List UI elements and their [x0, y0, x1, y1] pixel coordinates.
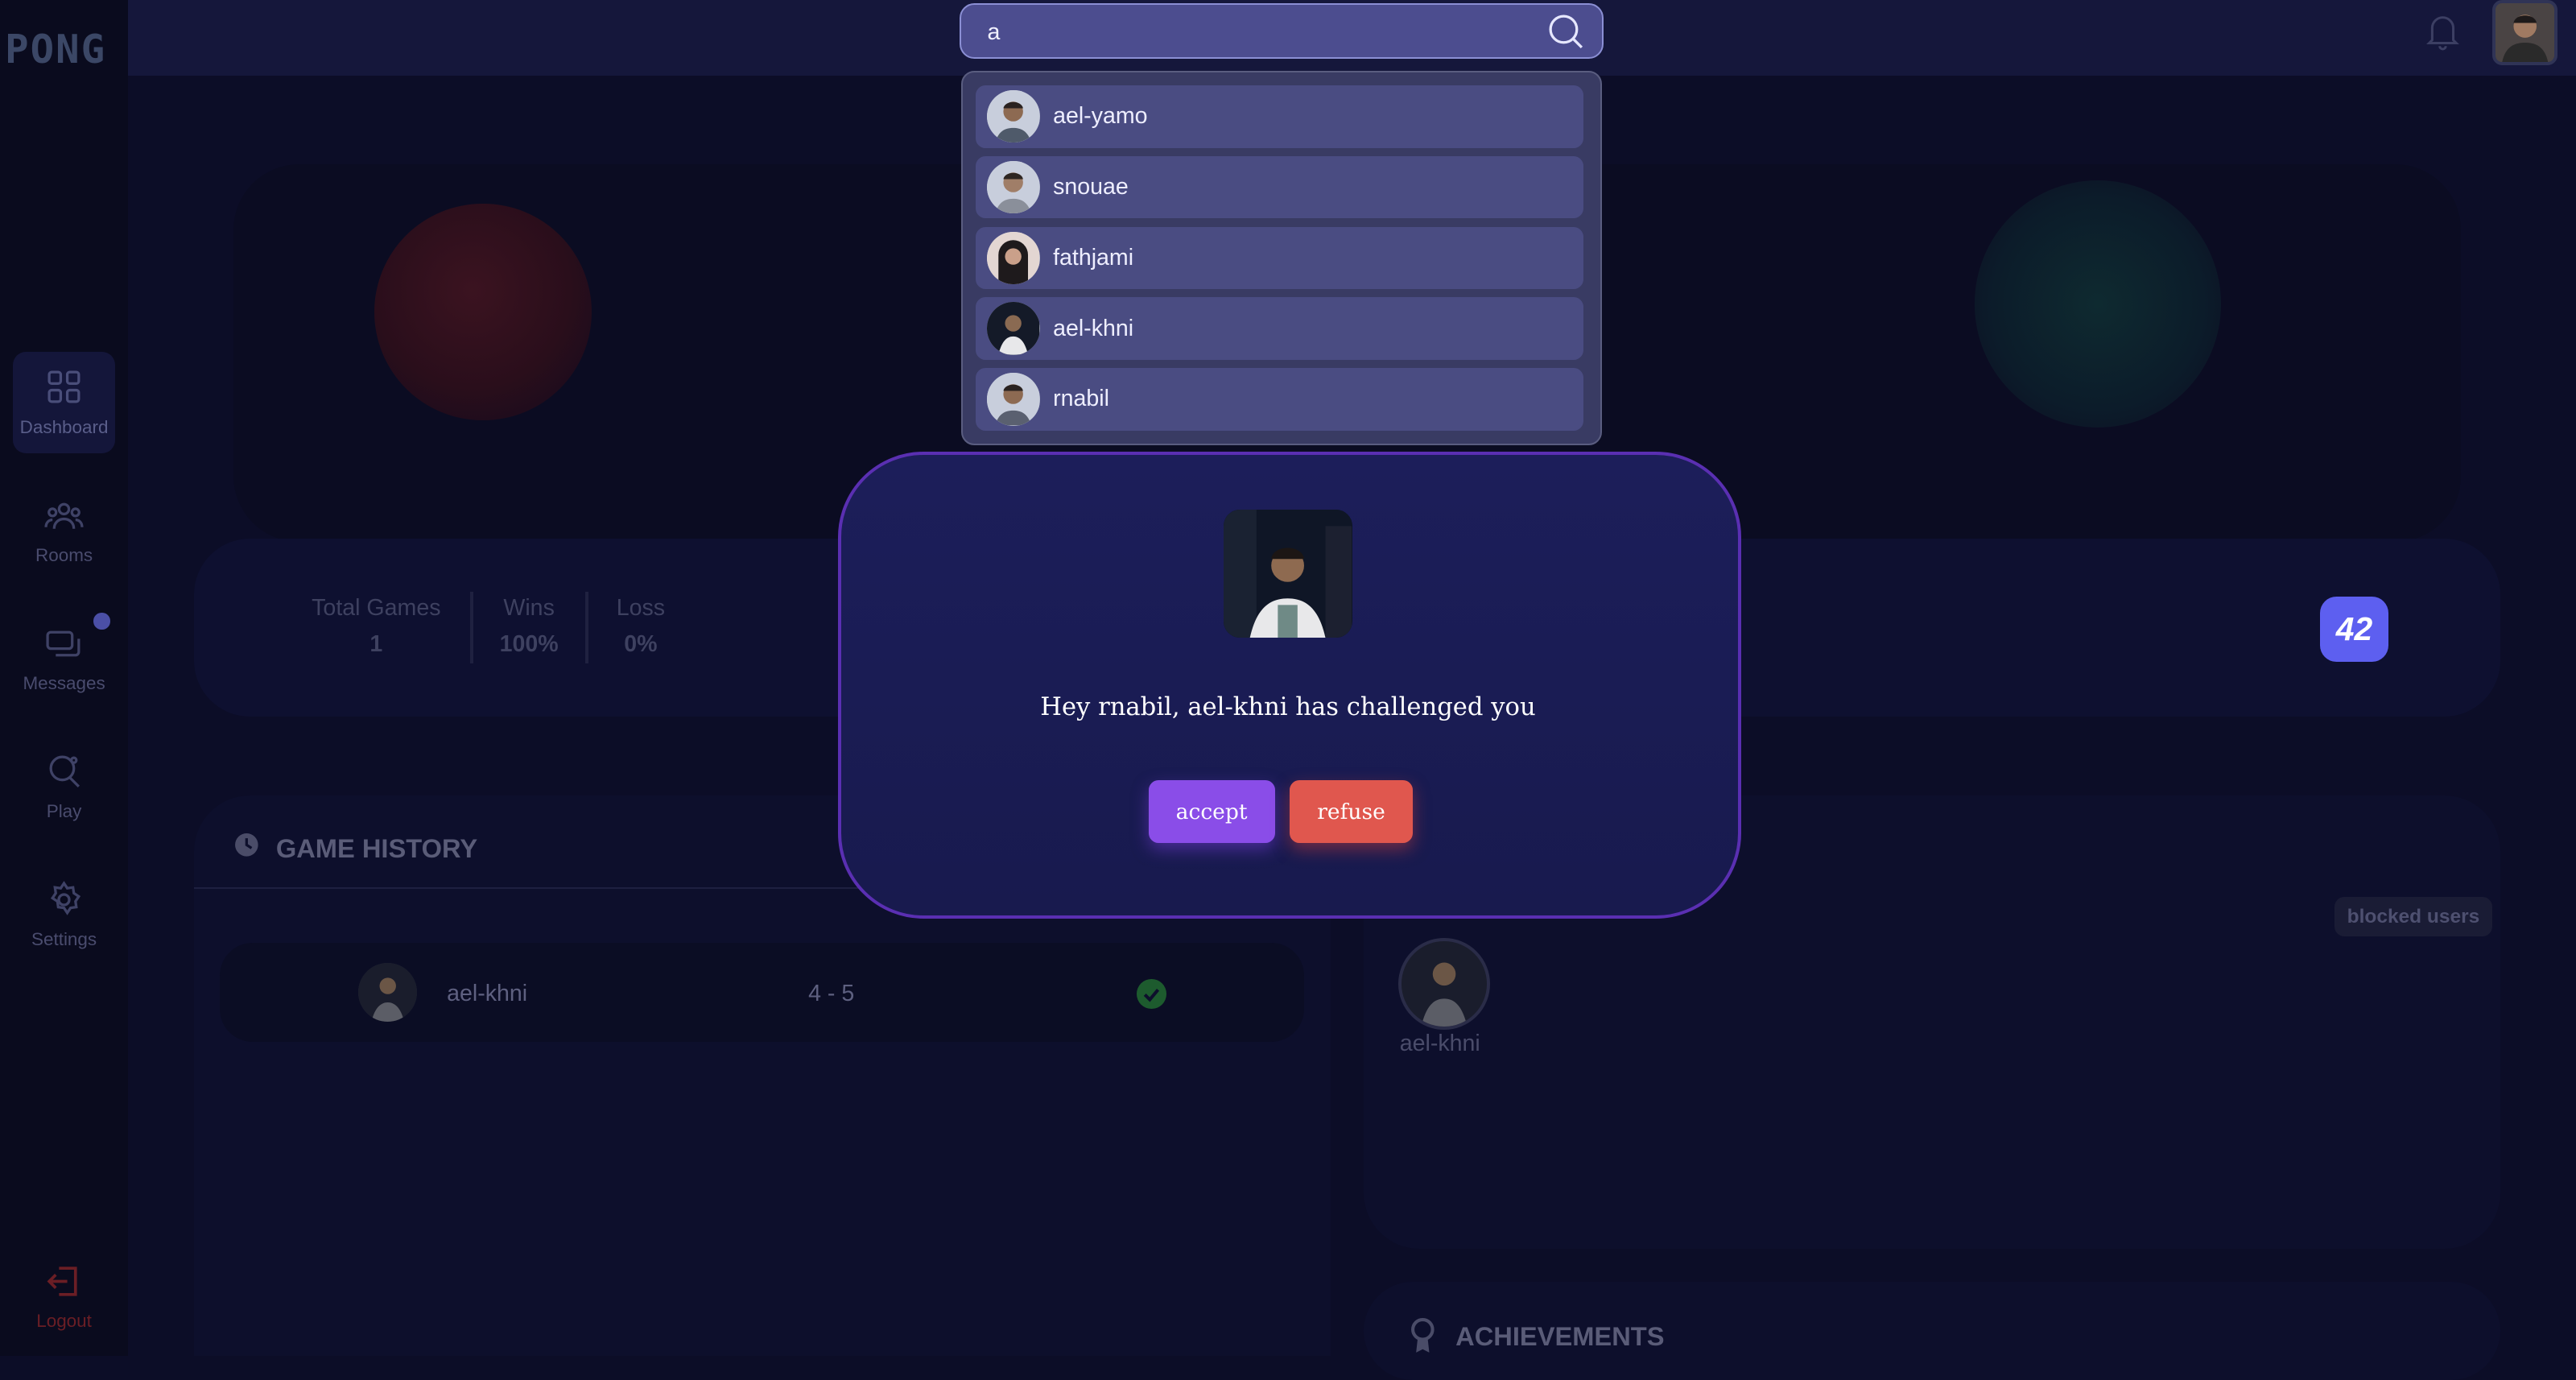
search-result-item[interactable]: snouae	[976, 155, 1584, 219]
app-logo: PONG	[5, 26, 107, 72]
divider	[584, 591, 588, 664]
medal-icon	[1411, 1317, 1435, 1353]
search-input[interactable]: a	[959, 3, 1604, 60]
notification-dot	[93, 613, 110, 630]
opponent-name: ael-khni	[447, 981, 528, 1007]
blocked-users-button[interactable]: blocked users	[2334, 897, 2492, 937]
refuse-button[interactable]: refuse	[1290, 780, 1414, 843]
sidebar-item-dashboard[interactable]: Dashboard	[13, 351, 115, 454]
stat-total-games: Total Games 1	[303, 595, 451, 658]
planet-decoration	[1975, 180, 2222, 428]
stat-wins: Wins 100%	[488, 595, 570, 658]
friend-name: ael-khni	[1399, 1030, 1480, 1056]
accept-button[interactable]: accept	[1148, 780, 1275, 843]
achievements-title: ACHIEVEMENTS	[1455, 1320, 1665, 1351]
gear-icon	[51, 881, 81, 915]
sidebar-item-label: Messages	[23, 672, 105, 693]
search-result-item[interactable]: ael-yamo	[976, 85, 1584, 148]
search-result-item[interactable]: ael-khni	[976, 297, 1584, 360]
stat-label: Loss	[616, 594, 666, 621]
search-results-dropdown: ael-yamo snouae fathjami ael-khni rnabil	[960, 70, 1602, 445]
stat-value: 1	[369, 631, 383, 657]
search-result-name: snouae	[1053, 174, 1129, 200]
logout-button[interactable]: Logout	[13, 1246, 115, 1348]
game-history-title: GAME HISTORY	[275, 833, 478, 863]
sidebar-item-label: Dashboard	[19, 416, 109, 437]
win-check-icon	[1137, 979, 1166, 1010]
stat-value: 100%	[499, 631, 559, 657]
friend-avatar[interactable]	[1397, 938, 1490, 1031]
search-result-name: ael-khni	[1053, 315, 1134, 341]
game-score: 4 - 5	[808, 981, 855, 1007]
avatar	[987, 90, 1040, 143]
profile-avatar[interactable]	[2491, 0, 2558, 66]
grid-icon	[47, 370, 80, 403]
avatar	[987, 160, 1040, 214]
planet-decoration	[374, 204, 592, 421]
sidebar: PONG Dashboard Rooms Messages Play Setti…	[0, 0, 129, 1356]
avatar	[987, 231, 1040, 284]
logout-icon	[47, 1266, 77, 1296]
search-value[interactable]: a	[987, 19, 1000, 46]
stat-label: Wins	[503, 594, 555, 621]
sidebar-item-label: Play	[46, 801, 82, 822]
search-result-item[interactable]: fathjami	[976, 226, 1584, 290]
challenger-avatar	[1224, 509, 1352, 638]
sidebar-item-label: Settings	[31, 929, 97, 950]
search-icon[interactable]	[1546, 11, 1585, 51]
bell-icon[interactable]	[2425, 10, 2461, 52]
divider	[469, 591, 473, 664]
search-result-item[interactable]: rnabil	[976, 368, 1584, 431]
avatar	[987, 302, 1040, 355]
42-badge[interactable]: 42	[2319, 596, 2389, 663]
search-result-name: ael-yamo	[1053, 103, 1148, 130]
group-icon	[44, 502, 84, 529]
history-icon	[234, 833, 258, 857]
stat-value: 0%	[624, 631, 658, 657]
chat-icon	[46, 630, 80, 657]
ping-pong-icon	[49, 755, 80, 787]
sidebar-item-label: Rooms	[35, 544, 93, 565]
sidebar-item-settings[interactable]: Settings	[13, 864, 115, 966]
stat-label: Total Games	[312, 594, 441, 621]
sidebar-item-rooms[interactable]: Rooms	[13, 480, 115, 582]
challenge-message: Hey rnabil, ael-khni has challenged you	[1040, 693, 1536, 722]
logout-label: Logout	[36, 1310, 92, 1331]
search-result-name: rnabil	[1053, 386, 1109, 412]
avatar	[987, 373, 1040, 426]
search-result-name: fathjami	[1053, 244, 1134, 271]
sidebar-item-play[interactable]: Play	[13, 736, 115, 838]
stat-loss: Loss 0%	[605, 595, 677, 658]
